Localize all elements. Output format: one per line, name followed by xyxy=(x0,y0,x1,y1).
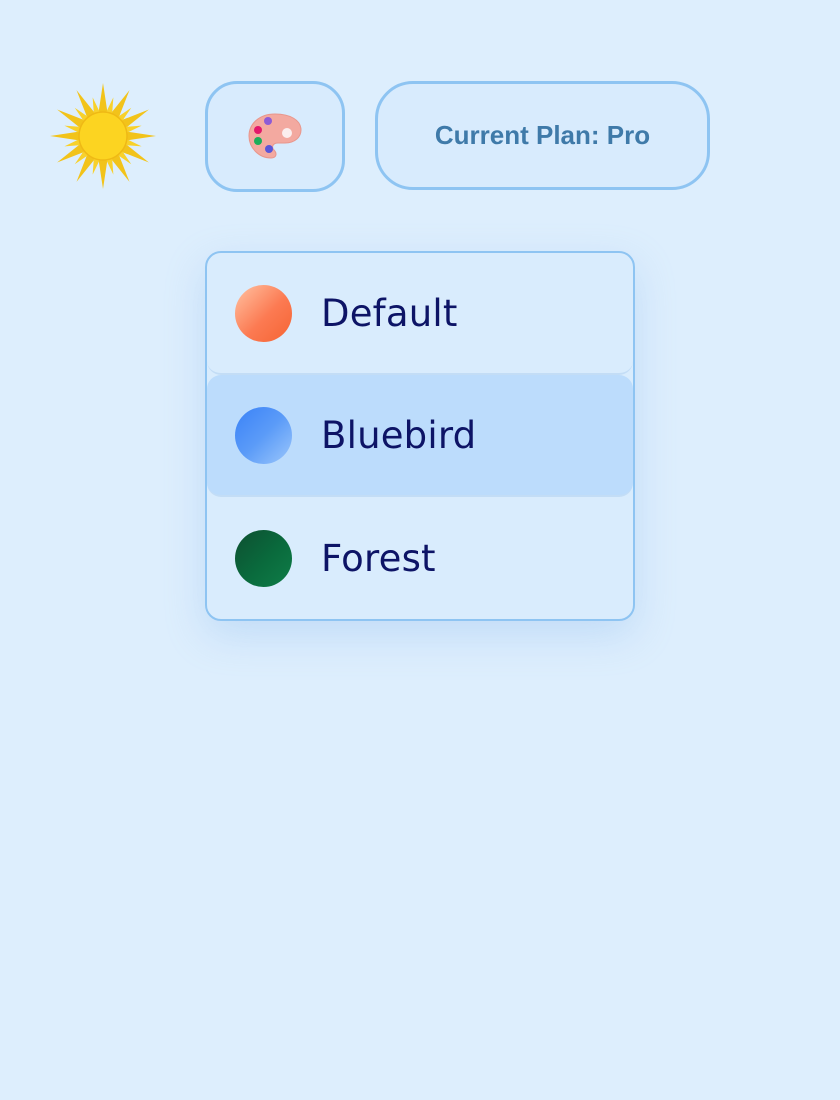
forest-swatch-icon xyxy=(235,529,292,587)
bluebird-swatch-icon xyxy=(235,406,292,464)
theme-menu: Default Bluebird Forest xyxy=(205,251,635,621)
page: Current Plan: Pro Default Bluebird Fores… xyxy=(0,0,840,1100)
theme-option-default[interactable]: Default xyxy=(207,253,633,375)
theme-option-label: Forest xyxy=(321,536,436,580)
current-plan-label: Current Plan: Pro xyxy=(434,120,651,150)
current-plan-button[interactable]: Current Plan: Pro xyxy=(375,81,710,190)
theme-option-forest[interactable]: Forest xyxy=(207,497,633,619)
theme-option-label: Default xyxy=(321,291,458,335)
theme-palette-button[interactable] xyxy=(205,81,345,192)
sun-icon[interactable] xyxy=(50,83,156,189)
default-swatch-icon xyxy=(235,284,292,342)
palette-icon xyxy=(248,112,302,159)
theme-option-label: Bluebird xyxy=(321,413,477,457)
theme-option-bluebird[interactable]: Bluebird xyxy=(207,375,633,497)
